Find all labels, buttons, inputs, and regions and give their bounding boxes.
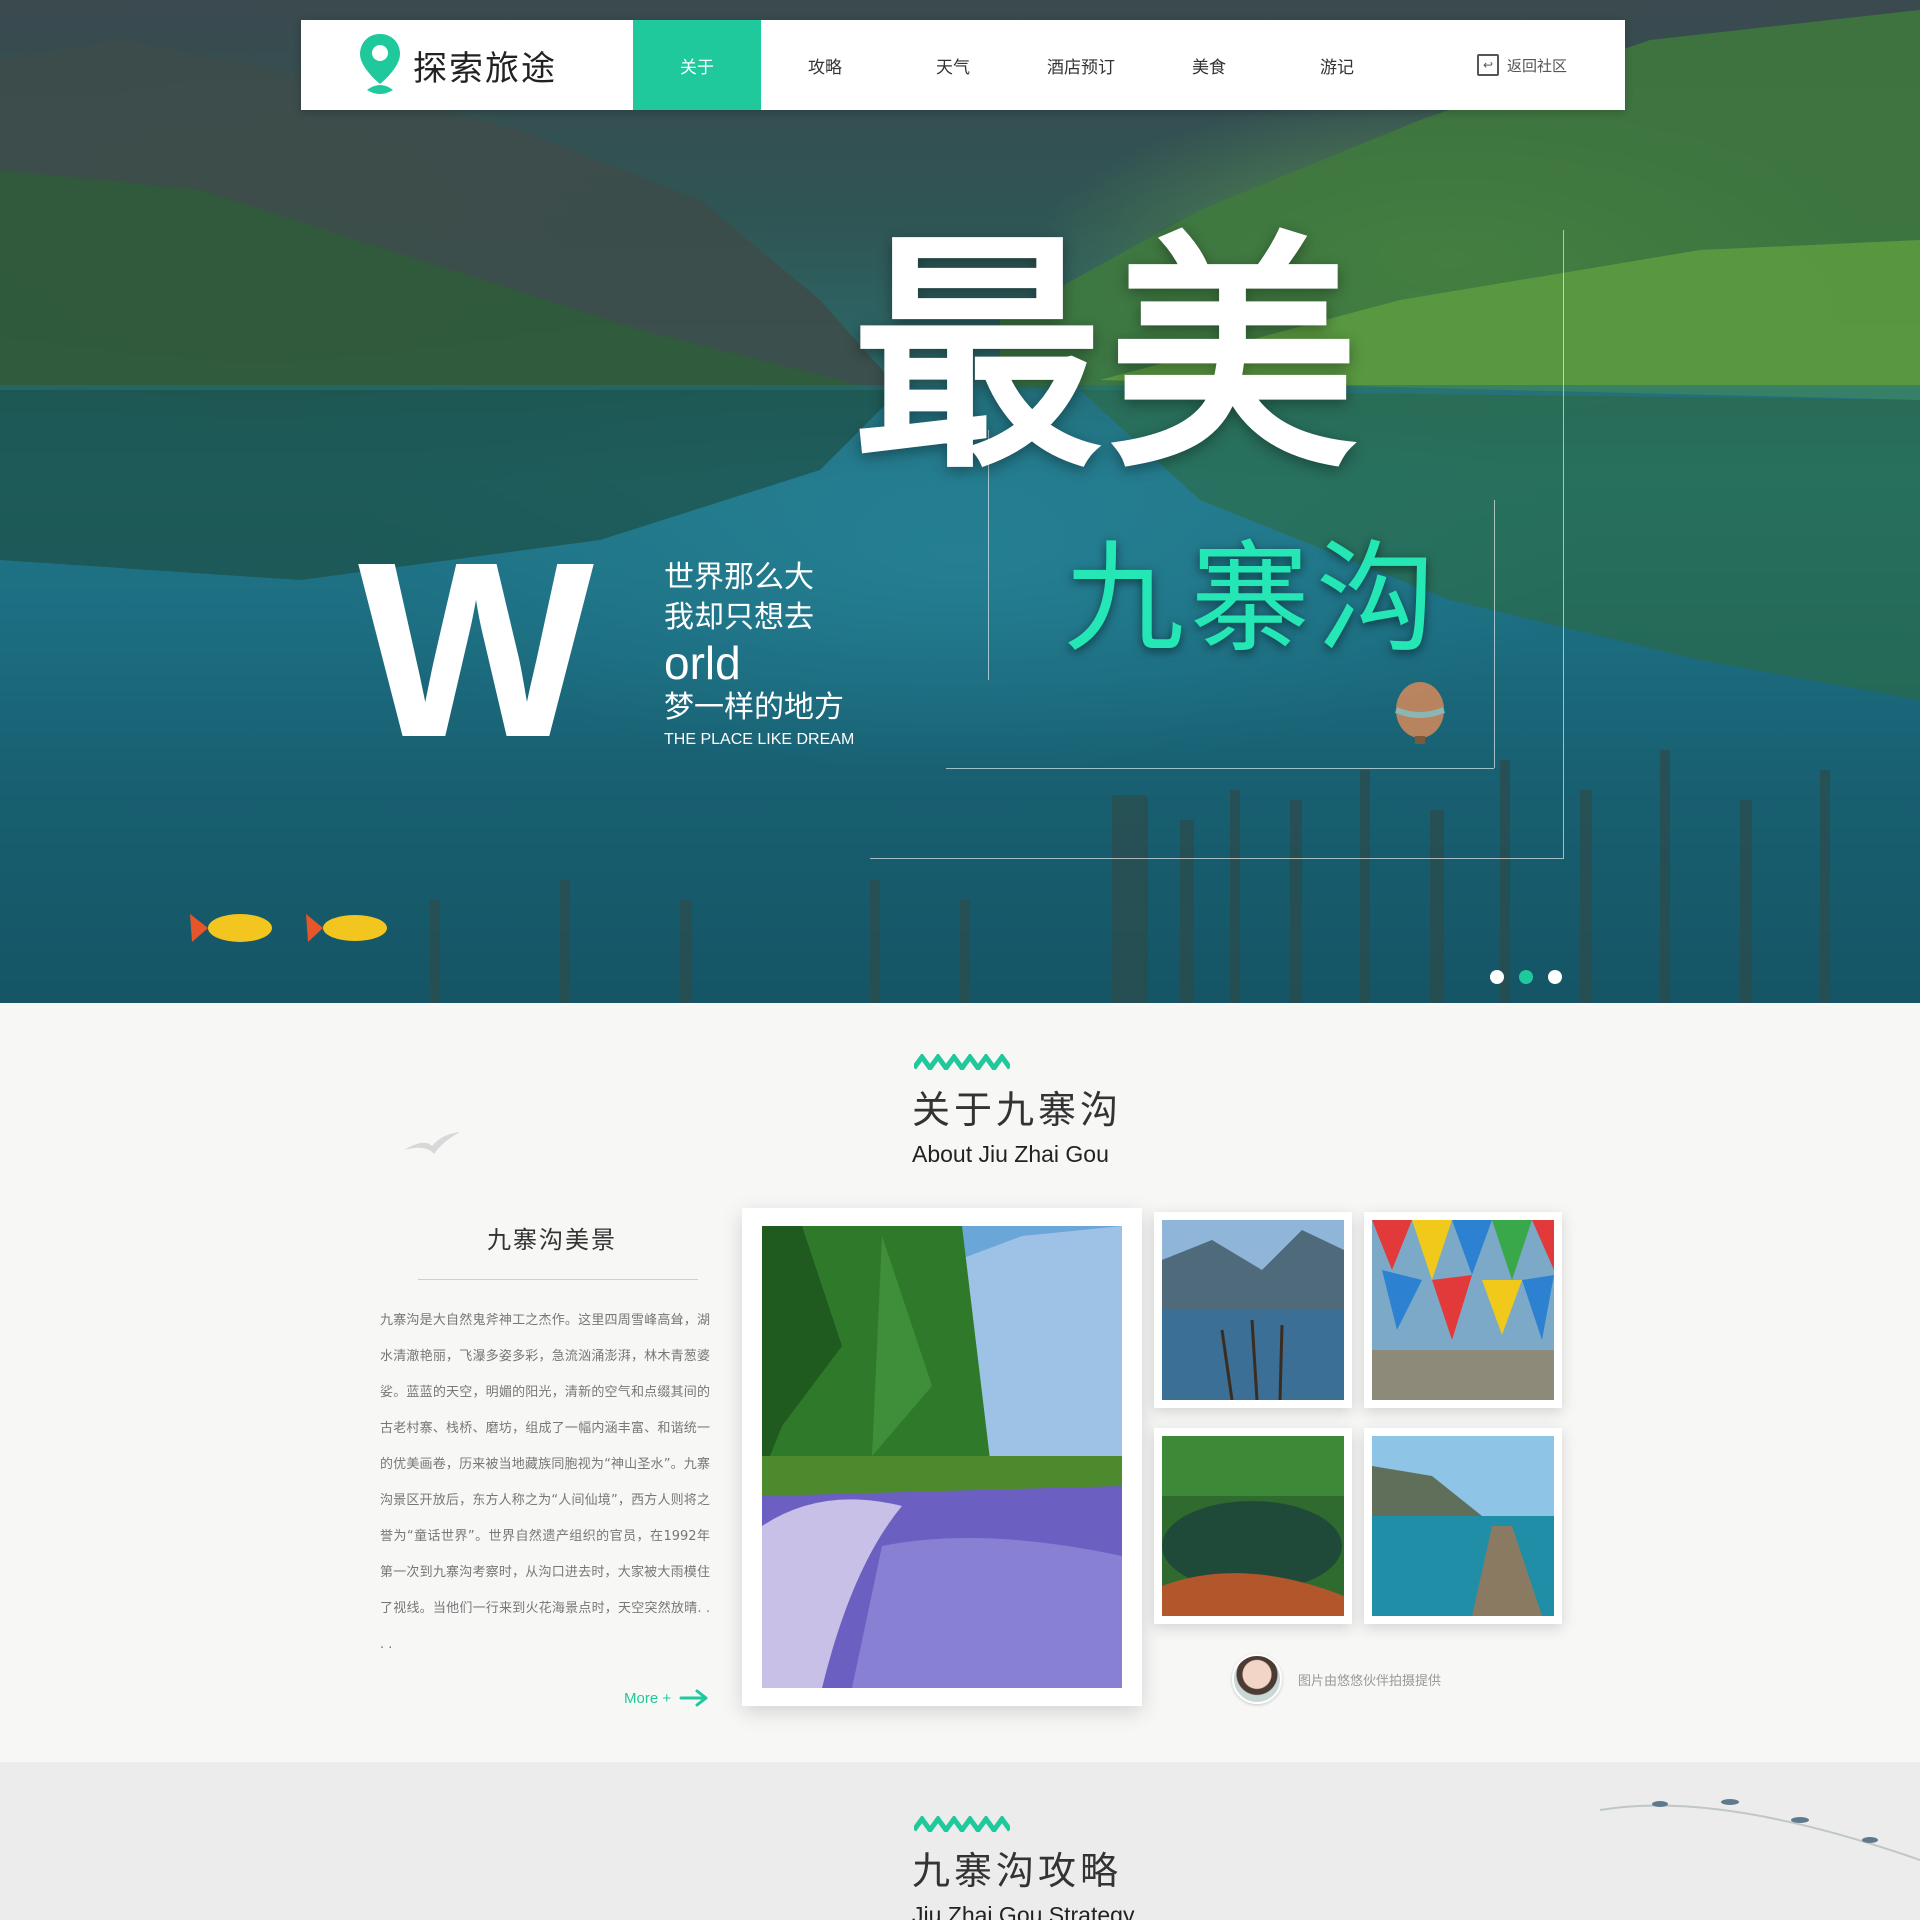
avatar xyxy=(1232,1654,1282,1704)
back-to-community-link[interactable]: ↩ 返回社区 xyxy=(1476,54,1567,76)
strategy-section-title: 九寨沟攻略 Jiu Zhai Gou Strategy xyxy=(912,1846,1134,1920)
zigzag-divider-icon xyxy=(914,1816,1010,1832)
hero-subheadline: 九寨沟 xyxy=(1064,530,1442,669)
about-section-title: 关于九寨沟 About Jiu Zhai Gou xyxy=(912,1085,1122,1169)
divider xyxy=(418,1279,698,1280)
return-icon: ↩ xyxy=(1476,54,1499,76)
nav-item-hotel[interactable]: 酒店预订 xyxy=(1017,20,1145,110)
hero-slogan: 世界那么大 我却只想去 orld 梦一样的地方 THE PLACE LIKE D… xyxy=(664,558,854,752)
nav-item-travelogue[interactable]: 游记 xyxy=(1273,20,1401,110)
slogan-line-2: 我却只想去 xyxy=(664,600,814,635)
back-to-community-label: 返回社区 xyxy=(1506,56,1567,75)
bird-decoration-icon xyxy=(404,1132,460,1154)
decorative-frame-line xyxy=(1563,230,1564,858)
slogan-line-3: orld xyxy=(664,637,741,689)
site-logo[interactable]: 探索旅途 xyxy=(301,20,633,110)
nav-item-strategy[interactable]: 攻略 xyxy=(761,20,889,110)
scenery-thumbnail[interactable] xyxy=(1364,1212,1562,1408)
featured-scenery-photo[interactable] xyxy=(742,1208,1142,1706)
scenery-description: 九寨沟是大自然鬼斧神工之杰作。这里四周雪峰高耸，湖水清澈艳丽，飞瀑多姿多彩，急流… xyxy=(380,1313,710,1652)
brand-name: 探索旅途 xyxy=(413,48,557,89)
hero-big-letter: W xyxy=(358,510,594,789)
branch-decoration-icon xyxy=(1600,1799,1920,1861)
strategy-title-cn: 九寨沟攻略 xyxy=(912,1849,1123,1893)
strategy-title-en: Jiu Zhai Gou Strategy xyxy=(912,1902,1135,1920)
slogan-line-1: 世界那么大 xyxy=(664,560,814,595)
decorative-frame-line xyxy=(870,858,1564,859)
decorative-frame-line xyxy=(946,768,1494,769)
carousel-dots xyxy=(1490,970,1562,984)
arrow-right-icon xyxy=(679,1689,708,1707)
hero-headline: 最美 xyxy=(852,211,1364,502)
photo-credit: 图片由悠悠伙伴拍摄提供 xyxy=(1232,1654,1441,1704)
lake-forest-image xyxy=(762,1226,1122,1688)
slogan-line-5: THE PLACE LIKE DREAM xyxy=(664,731,855,748)
about-title-en: About Jiu Zhai Gou xyxy=(912,1141,1109,1167)
slogan-line-4: 梦一样的地方 xyxy=(664,690,844,725)
top-navbar: 探索旅途 关于 攻略 天气 酒店预订 美食 游记 ↩ 返回社区 xyxy=(301,20,1625,110)
mountain-lake-image xyxy=(1162,1220,1344,1401)
boardwalk-lake-image xyxy=(1372,1436,1554,1616)
scenery-thumbnail[interactable] xyxy=(1364,1428,1562,1624)
carousel-dot[interactable] xyxy=(1490,970,1504,984)
zigzag-divider-icon xyxy=(914,1054,1010,1070)
scenery-thumbnail[interactable] xyxy=(1154,1428,1352,1624)
photo-credit-text: 图片由悠悠伙伴拍摄提供 xyxy=(1298,1673,1442,1689)
nav-item-food[interactable]: 美食 xyxy=(1145,20,1273,110)
hero-banner: 探索旅途 关于 攻略 天气 酒店预订 美食 游记 ↩ 返回社区 最美 九寨沟 W… xyxy=(0,0,1920,1003)
about-title-cn: 关于九寨沟 xyxy=(912,1088,1123,1132)
prayer-flags-image xyxy=(1372,1220,1554,1400)
more-link[interactable]: More + xyxy=(624,1688,709,1708)
map-pin-logo-icon xyxy=(360,34,400,94)
carousel-dot[interactable] xyxy=(1548,970,1562,984)
green-pool-image xyxy=(1162,1436,1344,1616)
scenery-thumbnail[interactable] xyxy=(1154,1212,1352,1408)
more-link-label: More + xyxy=(624,1689,672,1707)
nav-item-weather[interactable]: 天气 xyxy=(889,20,1017,110)
carousel-dot-active[interactable] xyxy=(1519,970,1533,984)
decorative-frame-line xyxy=(1494,500,1495,768)
scenery-title: 九寨沟美景 xyxy=(487,1226,617,1254)
nav-item-about[interactable]: 关于 xyxy=(633,20,761,110)
